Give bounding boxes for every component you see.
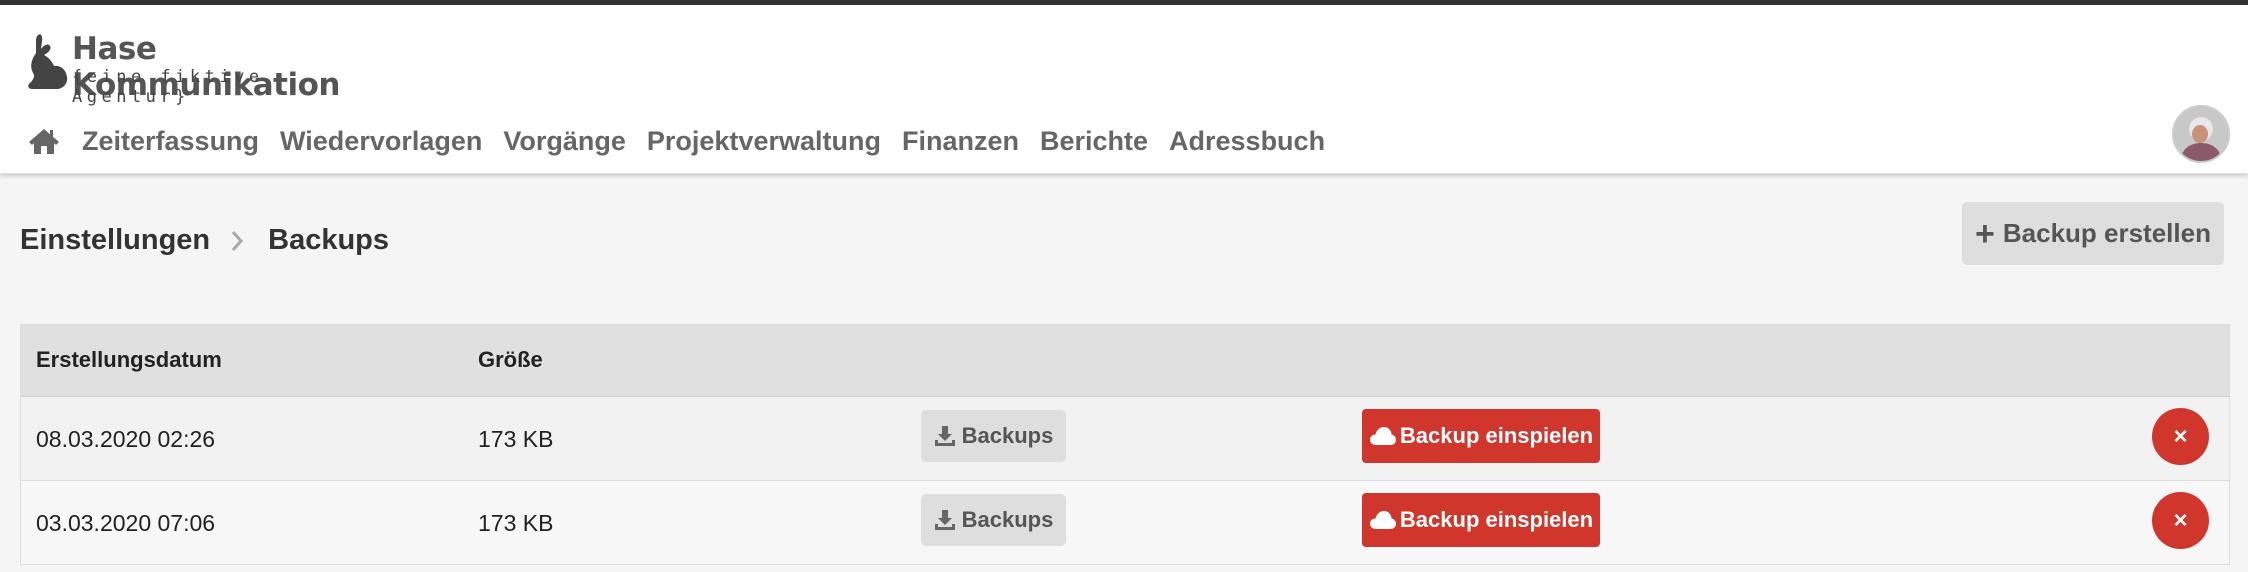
backup-size: 173 KB [478,510,554,536]
breadcrumb-current: Backups [268,224,390,256]
restore-label: Backup einspielen [1399,423,1594,448]
chevron-right-icon [230,230,244,252]
download-label: Backups [961,507,1054,532]
breadcrumb-einstellungen[interactable]: Einstellungen [20,224,210,257]
download-icon [934,510,955,530]
nav-berichte[interactable]: Berichte [1040,126,1148,157]
nav-finanzen[interactable]: Finanzen [902,126,1019,157]
download-backup-button[interactable]: Backups [921,410,1066,462]
home-icon [29,129,59,154]
user-avatar[interactable] [2172,105,2230,163]
table-header: Erstellungsdatum Größe [21,325,2229,397]
create-backup-button[interactable]: + Backup erstellen [1962,202,2224,265]
brand-tagline: {eine fiktive Agentur} [72,67,264,107]
restore-backup-button[interactable]: Backup einspielen [1362,409,1600,463]
cloud-icon [1369,427,1396,445]
restore-backup-button[interactable]: Backup einspielen [1362,493,1600,547]
column-header-date: Erstellungsdatum [36,347,222,372]
brand-logo[interactable]: Hase Kommunikation {eine fiktive Agentur… [24,29,384,107]
backup-date: 03.03.2020 07:06 [36,510,216,536]
close-icon: × [2173,422,2188,450]
column-header-size: Größe [478,347,543,372]
table-row: 08.03.2020 02:26 173 KB Backups Backup e… [21,397,2229,481]
nav-zeiterfassung[interactable]: Zeiterfassung [82,126,259,157]
app-header: Hase Kommunikation {eine fiktive Agentur… [0,5,2248,174]
rabbit-icon [28,34,68,89]
delete-backup-button[interactable]: × [2152,408,2209,465]
nav-home[interactable] [24,121,64,161]
user-photo-icon [2174,107,2228,161]
download-label: Backups [961,423,1054,448]
restore-label: Backup einspielen [1399,507,1594,532]
delete-backup-button[interactable]: × [2152,492,2209,549]
backup-date: 08.03.2020 02:26 [36,426,216,452]
nav-adressbuch[interactable]: Adressbuch [1169,126,1325,157]
main-nav: Zeiterfassung Wiedervorlagen Vorgänge Pr… [24,117,1346,165]
download-icon [934,426,955,446]
nav-projektverwaltung[interactable]: Projektverwaltung [647,126,881,157]
backups-table: Erstellungsdatum Größe 08.03.2020 02:26 … [20,324,2230,565]
create-backup-label: Backup erstellen [2002,218,2211,248]
table-row: 03.03.2020 07:06 173 KB Backups Backup e… [21,481,2229,565]
download-backup-button[interactable]: Backups [921,494,1066,546]
nav-vorgaenge[interactable]: Vorgänge [503,126,626,157]
cloud-icon [1369,511,1396,529]
breadcrumb: Einstellungen Backups [20,224,389,257]
backup-size: 173 KB [478,426,554,452]
nav-wiedervorlagen[interactable]: Wiedervorlagen [280,126,482,157]
close-icon: × [2173,506,2188,534]
plus-icon: + [1975,214,1995,253]
